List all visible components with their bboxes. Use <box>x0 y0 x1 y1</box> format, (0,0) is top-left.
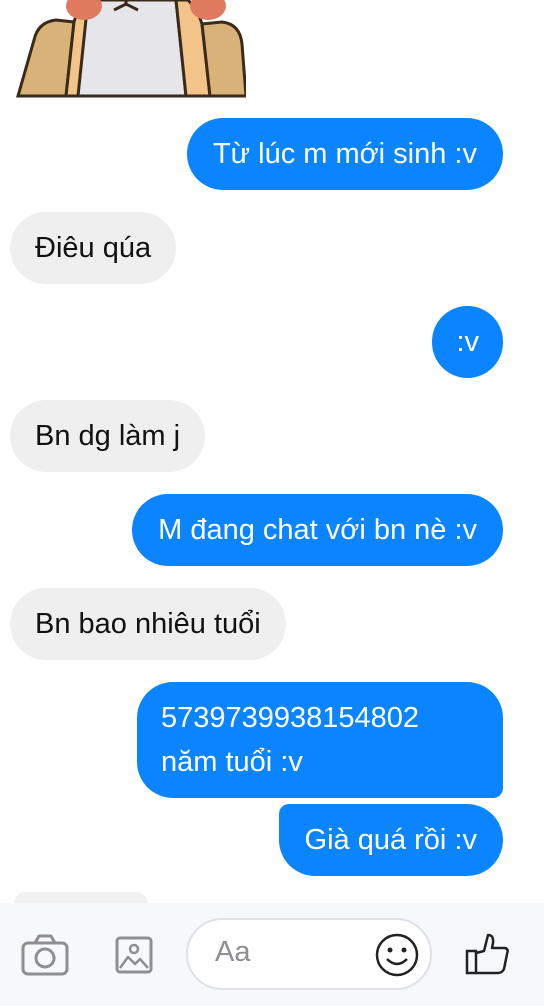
image-icon[interactable] <box>114 935 154 975</box>
message-text: Từ lúc m mới sinh :v <box>212 138 477 170</box>
message-outgoing: Già quá rồi :v <box>278 804 503 876</box>
message-text-line: 5739739938154802 <box>161 702 420 734</box>
message-input-placeholder: Aa <box>215 936 251 968</box>
message-text: :v <box>456 326 479 358</box>
message-text: Bn dg làm j <box>35 420 181 452</box>
thumbs-up-icon[interactable] <box>464 929 512 977</box>
message-outgoing: M đang chat với bn nè :v <box>132 494 503 566</box>
message-text-line: năm tuổi :v <box>161 746 303 778</box>
message-text: M đang chat với bn nè :v <box>158 514 477 546</box>
message-incoming: Bn dg làm j <box>10 400 206 472</box>
message-incoming: Bn bao nhiêu tuổi <box>10 588 286 660</box>
message-text: Điêu qúa <box>35 232 152 264</box>
message-outgoing: 5739739938154802 năm tuổi :v <box>137 682 503 798</box>
message-outgoing: Từ lúc m mới sinh :v <box>186 118 503 190</box>
camera-icon[interactable] <box>20 932 70 978</box>
message-list: Từ lúc m mới sinh :v Điêu qúa :v Bn dg l… <box>0 0 544 1006</box>
message-incoming: Điêu qúa <box>10 212 177 284</box>
message-text: Bn bao nhiêu tuổi <box>35 608 261 640</box>
emoji-icon[interactable] <box>374 932 420 978</box>
message-text: Già quá rồi :v <box>304 824 477 856</box>
message-outgoing: :v <box>432 306 503 378</box>
